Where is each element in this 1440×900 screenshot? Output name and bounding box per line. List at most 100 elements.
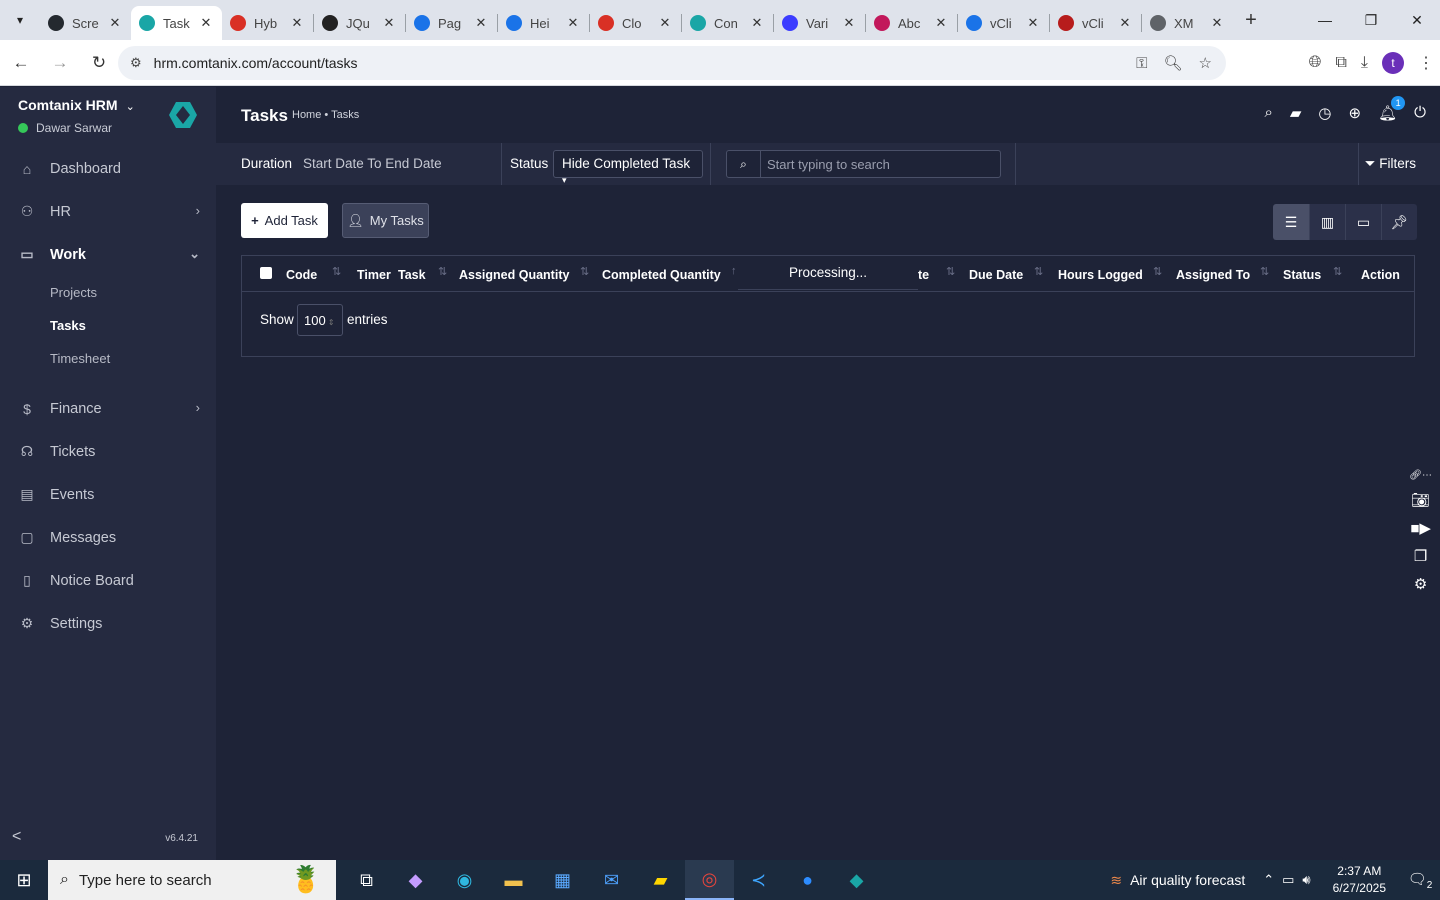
board-view-icon[interactable]: ▥ [1309,204,1345,240]
more-menu-icon[interactable]: ⋮ [1418,53,1434,73]
close-tab-icon[interactable]: ✕ [289,15,305,31]
column-header-completed-quantity[interactable]: Completed Quantity [602,268,721,282]
sort-icon[interactable]: ⇅ [1153,265,1162,278]
close-tab-icon[interactable]: ✕ [381,15,397,31]
browser-tab[interactable]: vCli ✕ [958,6,1049,40]
close-tab-icon[interactable]: ✕ [198,15,214,31]
clock[interactable]: 2:37 AM 6/27/2025 [1333,863,1386,897]
windows-start-icon[interactable]: ⊞ [0,860,48,900]
sort-icon[interactable]: ⇅ [1333,265,1342,278]
browser-tab[interactable]: XM ✕ [1142,6,1233,40]
extensions-puzzle-icon[interactable]: ⧉ [1335,54,1346,72]
tab-search-chevron-icon[interactable]: ▾ [0,0,40,40]
zoom-icon[interactable]: 🔍︎ [1164,54,1183,72]
minimize-icon[interactable]: — [1302,0,1348,40]
new-tab-plus-icon[interactable]: + [1235,4,1267,36]
pin-icon[interactable]: 📌︎ [1381,204,1417,240]
close-tab-icon[interactable]: ✕ [1209,15,1225,31]
url-text[interactable]: hrm.comtanix.com/account/tasks [154,55,358,71]
power-icon[interactable]: ⏻ [1414,104,1426,122]
address-bar[interactable]: ⚙ hrm.comtanix.com/account/tasks ⚿ 🔍︎ ☆ [118,46,1226,80]
my-tasks-button[interactable]: 👤︎ My Tasks [342,203,429,238]
close-tab-icon[interactable]: ✕ [1117,15,1133,31]
back-arrow-icon[interactable]: ← [3,45,39,81]
close-tab-icon[interactable]: ✕ [565,15,581,31]
sidebar-item-dashboard[interactable]: ⌂ Dashboard [0,147,216,190]
column-header-status[interactable]: Status [1283,268,1321,282]
download-icon[interactable]: ⤓ [1361,54,1368,72]
comtanix-app-icon[interactable]: ◆ [832,860,881,900]
sidebar-item-hr[interactable]: ⚇ HR › [0,190,216,233]
calendar-view-icon[interactable]: ▭ [1345,204,1381,240]
zoom-app-icon[interactable]: ● [783,860,832,900]
column-header-start-date[interactable]: te [918,268,929,282]
current-user[interactable]: Dawar Sarwar [18,121,135,135]
close-tab-icon[interactable]: ✕ [841,15,857,31]
sort-icon[interactable]: ⇅ [1034,265,1043,278]
search-input[interactable] [761,151,1000,177]
copy-window-icon[interactable]: ❐ [1414,547,1427,565]
sort-icon[interactable]: ⇅ [580,265,589,278]
comtanix-logo-icon[interactable] [168,101,198,129]
action-center-icon[interactable]: 🗨︎2 [1400,870,1440,891]
mail-icon[interactable]: ✉ [587,860,636,900]
sidebar-subitem-projects[interactable]: Projects [0,276,216,309]
site-info-icon[interactable]: ⚙ [130,55,142,71]
sort-icon[interactable]: ⇅ [1260,265,1269,278]
company-switcher[interactable]: Comtanix HRM ⌄ [18,97,135,115]
select-all-checkbox[interactable] [260,267,272,279]
close-tab-icon[interactable]: ✕ [749,15,765,31]
close-tab-icon[interactable]: ✕ [107,15,123,31]
password-key-icon[interactable]: ⚿ [1136,55,1147,72]
notification-bell-icon[interactable]: 🔔︎ 1 [1378,96,1406,122]
sidebar-item-finance[interactable]: $ Finance › [0,387,216,430]
tray-icons[interactable]: ⌃▭🔊︎ [1263,872,1318,888]
sidebar-item-notice-board[interactable]: ▯ Notice Board [0,559,216,602]
camera-icon[interactable]: 📷︎ [1411,491,1430,509]
sidebar-item-settings[interactable]: ⚙ Settings [0,602,216,645]
taskbar-search[interactable]: ⌕ Type here to search 🍍 [48,860,336,900]
page-length-select[interactable]: 100 ⇕ [297,304,343,336]
column-header-due-date[interactable]: Due Date [969,268,1023,282]
clock-icon[interactable]: ◷ [1318,104,1331,122]
settings-gear-icon[interactable]: ⚙ [1414,575,1427,593]
sort-icon[interactable]: ↑ [731,265,737,277]
close-window-icon[interactable]: ✕ [1394,0,1440,40]
status-select[interactable]: Hide Completed Task ▾ [553,150,703,185]
browser-tab[interactable]: Clo ✕ [590,6,681,40]
file-explorer-icon[interactable]: ▬ [489,860,538,900]
vscode-icon[interactable]: ≺ [734,860,783,900]
sidebar-item-messages[interactable]: ▢ Messages [0,516,216,559]
translate-globe-icon[interactable]: 🌐︎ [1309,54,1322,72]
filters-button[interactable]: ⏷ Filters [1365,156,1416,172]
sort-icon[interactable]: ⇅ [946,265,955,278]
browser-tab[interactable]: Hei ✕ [498,6,589,40]
collapse-sidebar-icon[interactable]: < [12,828,21,846]
bookmark-star-icon[interactable]: ☆ [1199,54,1212,72]
close-tab-icon[interactable]: ✕ [473,15,489,31]
browser-tab[interactable]: Abc ✕ [866,6,957,40]
add-task-button[interactable]: + Add Task [241,203,328,238]
column-header-timer[interactable]: Timer [357,268,391,282]
browser-tab[interactable]: Con ✕ [682,6,773,40]
column-header-hours-logged[interactable]: Hours Logged [1058,268,1143,282]
column-header-assigned-to[interactable]: Assigned To [1176,268,1250,282]
browser-tab[interactable]: Pag ✕ [406,6,497,40]
video-camera-icon[interactable]: ■▶ [1410,519,1431,537]
add-circle-icon[interactable]: ⊕ [1349,104,1362,122]
list-view-icon[interactable]: ☰ [1273,204,1309,240]
sidebar-item-tickets[interactable]: ☊ Tickets [0,430,216,473]
profile-avatar[interactable]: t [1382,52,1404,74]
close-tab-icon[interactable]: ✕ [933,15,949,31]
column-header-assigned-quantity[interactable]: Assigned Quantity [459,268,569,282]
close-tab-icon[interactable]: ✕ [657,15,673,31]
sticky-notes-icon[interactable]: ▰ [636,860,685,900]
link-icon[interactable]: 🔗︎⋯ [1409,470,1432,481]
copilot-icon[interactable]: ◆ [391,860,440,900]
close-tab-icon[interactable]: ✕ [1025,15,1041,31]
restore-icon[interactable]: ❐ [1348,0,1394,40]
chrome-icon[interactable]: ◎ [685,860,734,900]
reload-icon[interactable]: ↻ [81,45,117,81]
microsoft-store-icon[interactable]: ▦ [538,860,587,900]
sidebar-subitem-tasks[interactable]: Tasks [0,309,216,342]
